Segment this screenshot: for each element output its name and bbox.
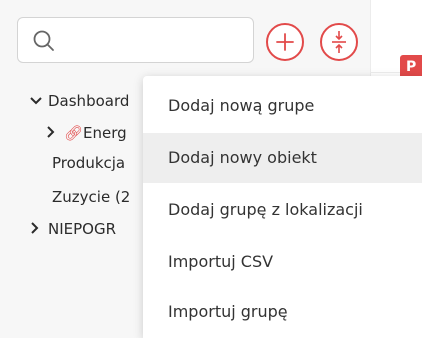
tree-item-label: NIEPOGR [48, 220, 117, 238]
search-field[interactable] [17, 17, 254, 63]
tree-item-dashboard[interactable]: Dashboard [30, 92, 129, 110]
tree-item-energ[interactable]: 🔗︎Energ [46, 124, 127, 142]
tree-item-zuzycie[interactable]: Zuzycie (2 [52, 188, 130, 206]
tree-item-label: Produkcja [52, 154, 126, 172]
chevron-right-icon[interactable] [46, 124, 64, 142]
chevron-right-icon[interactable] [30, 220, 48, 238]
tree-item-label: Energ [83, 124, 127, 142]
menu-item-add-group[interactable]: Dodaj nową grupe [143, 81, 422, 131]
menu-item-add-object[interactable]: Dodaj nowy obiekt [143, 133, 422, 183]
search-icon [33, 30, 54, 51]
tree-item-produkcja[interactable]: Produkcja [52, 154, 125, 172]
chevron-down-icon[interactable] [30, 92, 48, 110]
tree-item-label: Dashboard [48, 92, 130, 110]
collapse-all-button[interactable] [320, 23, 358, 61]
tree-item-niepogr[interactable]: NIEPOGR [30, 220, 116, 238]
menu-item-import-group[interactable]: Importuj grupę [143, 287, 422, 337]
menu-item-add-group-from-location[interactable]: Dodaj grupę z lokalizacji [143, 185, 422, 235]
link-icon: 🔗︎ [64, 124, 84, 142]
add-button[interactable] [266, 23, 304, 61]
menu-item-import-csv[interactable]: Importuj CSV [143, 237, 422, 287]
plus-icon [276, 33, 294, 51]
tree-item-label: Zuzycie (2 [52, 188, 131, 206]
context-menu: Dodaj nową grupe Dodaj nowy obiekt Dodaj… [143, 76, 422, 338]
search-input[interactable] [64, 26, 248, 56]
collapse-vertical-icon [332, 31, 346, 53]
